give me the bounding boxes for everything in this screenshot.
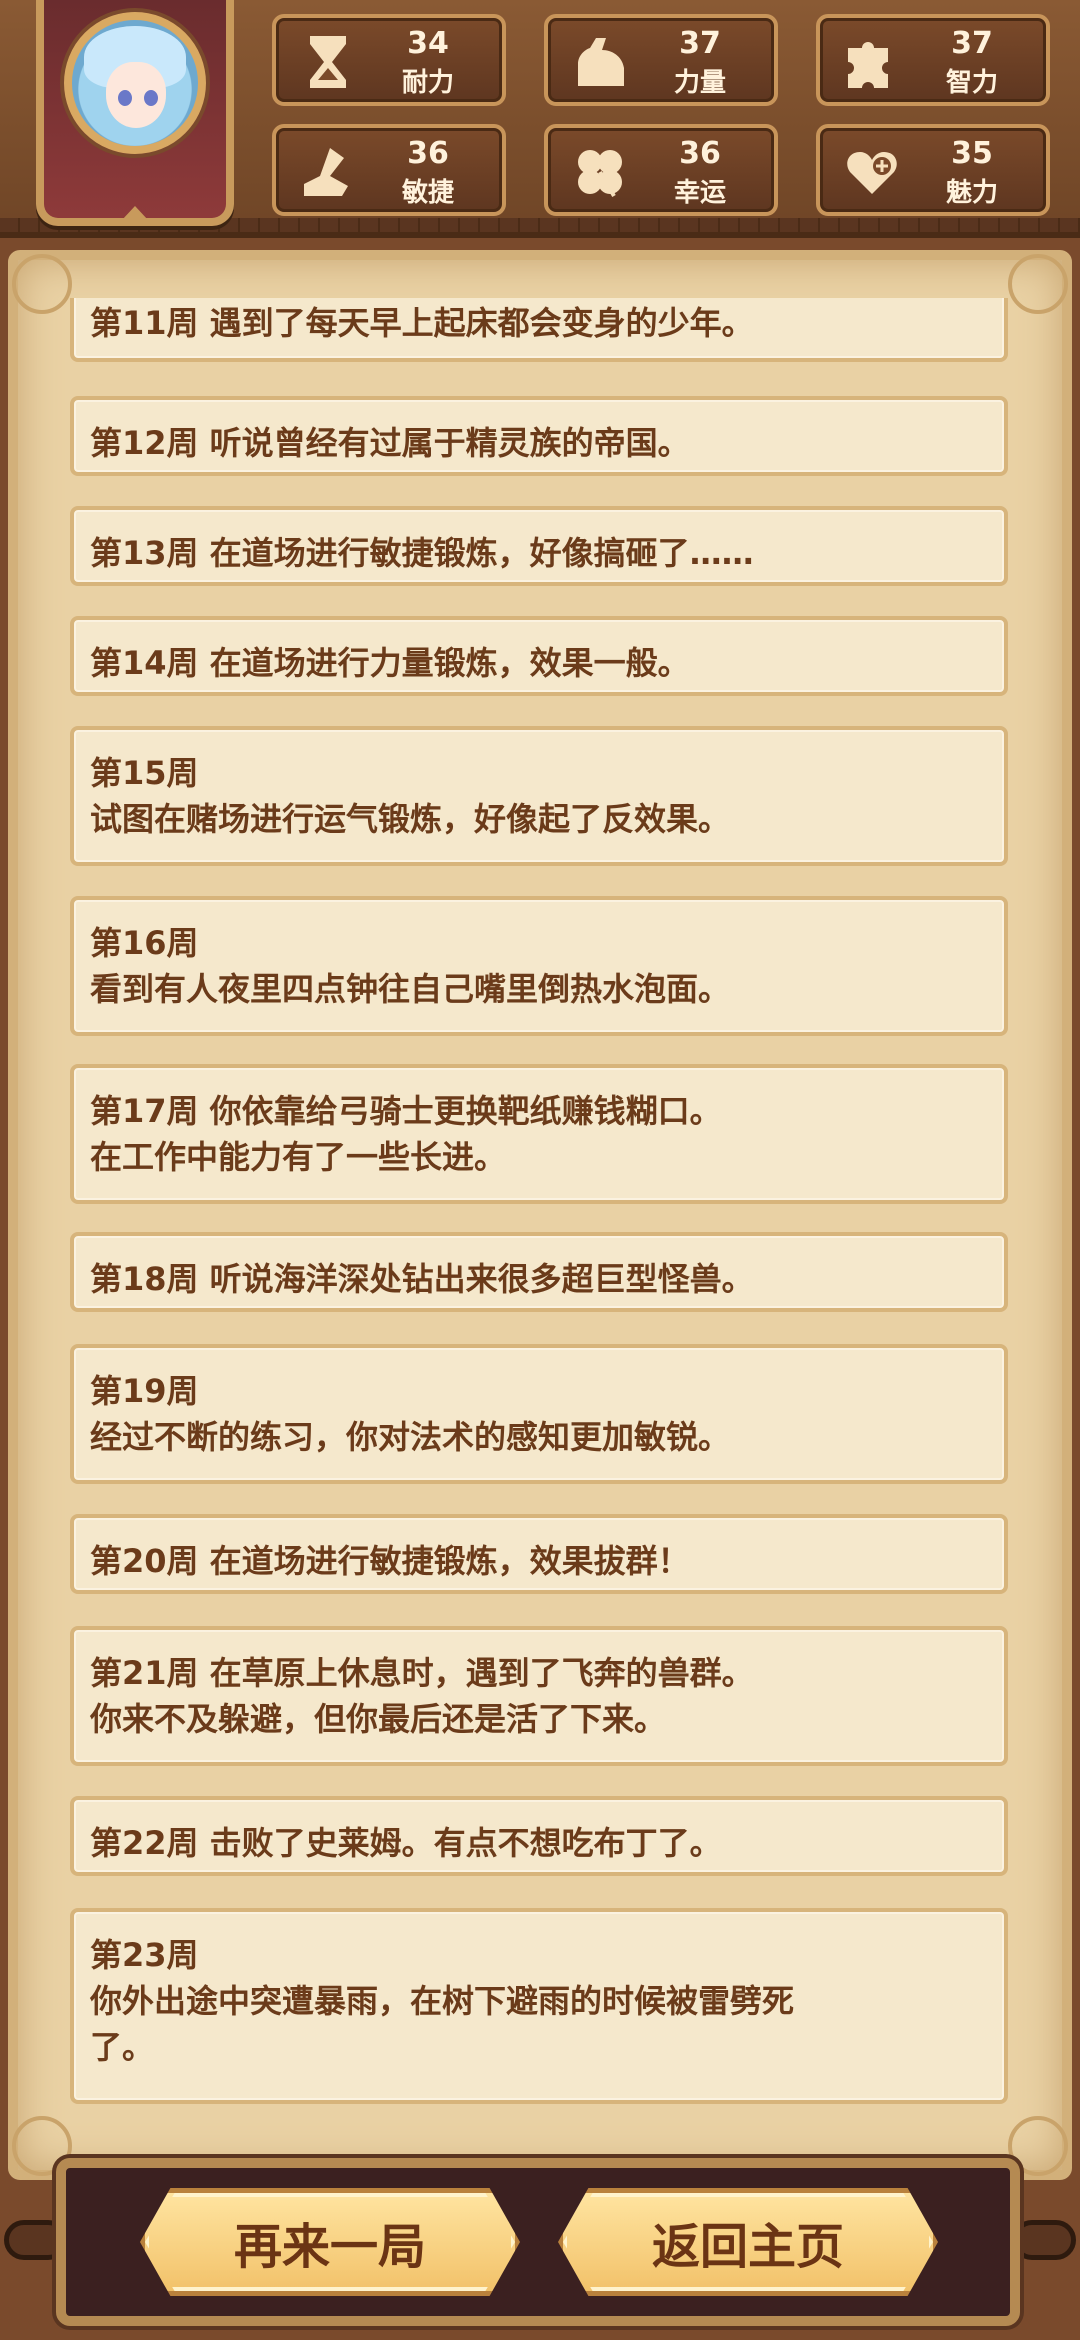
back-to-home-label: 返回主页: [651, 2219, 844, 2275]
scroll-knob-right: [1012, 2220, 1076, 2260]
corner-ornament: [12, 254, 72, 314]
log-line: 第12周 听说曾经有过属于精灵族的帝国。: [90, 424, 690, 462]
stat-label: 魅力: [945, 178, 998, 208]
log-entry-week-22: 第22周 击败了史莱姆。有点不想吃布丁了。: [70, 1796, 1008, 1876]
stat-agility: 36 敏捷: [272, 124, 506, 216]
avatar-frame: [36, 0, 234, 226]
log-entry-week-17: 第17周 你依靠给弓骑士更换靶纸赚钱糊口。 在工作中能力有了一些长进。: [70, 1064, 1008, 1204]
log-entry-week-12: 第12周 听说曾经有过属于精灵族的帝国。: [70, 396, 1008, 476]
avatar[interactable]: [64, 12, 206, 154]
log-entry-week-21: 第21周 在草原上休息时，遇到了飞奔的兽群。 你来不及躲避，但你最后还是活了下来…: [70, 1626, 1008, 1766]
log-entry-week-19: 第19周 经过不断的练习，你对法术的感知更加敏锐。: [70, 1344, 1008, 1484]
log-entry-week-16: 第16周 看到有人夜里四点钟往自己嘴里倒热水泡面。: [70, 896, 1008, 1036]
stat-value: 34: [407, 26, 449, 61]
log-line: 第11周 遇到了每天早上起床都会变身的少年。: [90, 304, 754, 342]
flexed-arm-icon: [572, 34, 628, 90]
stat-label: 力量: [673, 68, 726, 98]
log-line: 第23周: [90, 1936, 199, 1974]
log-line: 第15周: [90, 754, 199, 792]
log-entry-week-23: 第23周 你外出途中突遭暴雨，在树下避雨的时候被雷劈死 了。: [70, 1908, 1008, 2104]
back-to-home-button[interactable]: 返回主页: [558, 2188, 938, 2296]
log-line: 第20周 在道场进行敏捷锻炼，效果拔群！: [90, 1542, 690, 1580]
log-entry-week-14: 第14周 在道场进行力量锻炼，效果一般。: [70, 616, 1008, 696]
play-again-label: 再来一局: [233, 2219, 426, 2275]
boot-icon: [300, 144, 356, 200]
event-log-list[interactable]: 第11周 遇到了每天早上起床都会变身的少年。 第12周 听说曾经有过属于精灵族的…: [70, 298, 1008, 2118]
log-entry-week-18: 第18周 听说海洋深处钻出来很多超巨型怪兽。: [70, 1232, 1008, 1312]
stat-value: 37: [951, 26, 993, 61]
log-line: 你外出途中突遭暴雨，在树下避雨的时候被雷劈死: [90, 1982, 795, 2020]
log-line: 了。: [90, 2028, 155, 2066]
stat-intelligence: 37 智力: [816, 14, 1050, 106]
log-line: 第13周 在道场进行敏捷锻炼，好像搞砸了……: [90, 534, 754, 572]
log-entry-week-15: 第15周 试图在赌场进行运气锻炼，好像起了反效果。: [70, 726, 1008, 866]
corner-ornament: [1008, 254, 1068, 314]
stat-label: 幸运: [673, 178, 726, 208]
stat-value: 37: [679, 26, 721, 61]
log-line: 经过不断的练习，你对法术的感知更加敏锐。: [90, 1418, 731, 1456]
log-entry-week-20: 第20周 在道场进行敏捷锻炼，效果拔群！: [70, 1514, 1008, 1594]
heart-plus-icon: [844, 144, 900, 200]
stat-label: 智力: [945, 68, 998, 98]
log-line: 在工作中能力有了一些长进。: [90, 1138, 507, 1176]
log-line: 第21周 在草原上休息时，遇到了飞奔的兽群。: [90, 1654, 754, 1692]
log-line: 第17周 你依靠给弓骑士更换靶纸赚钱糊口。: [90, 1092, 722, 1130]
stat-label: 耐力: [401, 68, 454, 98]
play-again-button[interactable]: 再来一局: [140, 2188, 520, 2296]
log-line: 第19周: [90, 1372, 199, 1410]
log-line: 第22周 击败了史莱姆。有点不想吃布丁了。: [90, 1824, 722, 1862]
log-line: 第16周: [90, 924, 199, 962]
stat-value: 36: [679, 136, 721, 171]
log-entry-week-11: 第11周 遇到了每天早上起床都会变身的少年。: [70, 298, 1008, 362]
stat-stamina: 34 耐力: [272, 14, 506, 106]
stat-value: 35: [951, 136, 993, 171]
stat-luck: 36 幸运: [544, 124, 778, 216]
log-line: 第18周 听说海洋深处钻出来很多超巨型怪兽。: [90, 1260, 754, 1298]
stat-charm: 35 魅力: [816, 124, 1050, 216]
log-line: 第14周 在道场进行力量锻炼，效果一般。: [90, 644, 690, 682]
log-line: 看到有人夜里四点钟往自己嘴里倒热水泡面。: [90, 970, 731, 1008]
log-line: 试图在赌场进行运气锻炼，好像起了反效果。: [90, 800, 731, 838]
log-line: 你来不及躲避，但你最后还是活了下来。: [90, 1700, 667, 1738]
clover-icon: [572, 144, 628, 200]
stat-value: 36: [407, 136, 449, 171]
stat-label: 敏捷: [401, 178, 454, 208]
puzzle-icon: [844, 34, 900, 90]
stat-strength: 37 力量: [544, 14, 778, 106]
hourglass-icon: [300, 34, 356, 90]
log-entry-week-13: 第13周 在道场进行敏捷锻炼，好像搞砸了……: [70, 506, 1008, 586]
